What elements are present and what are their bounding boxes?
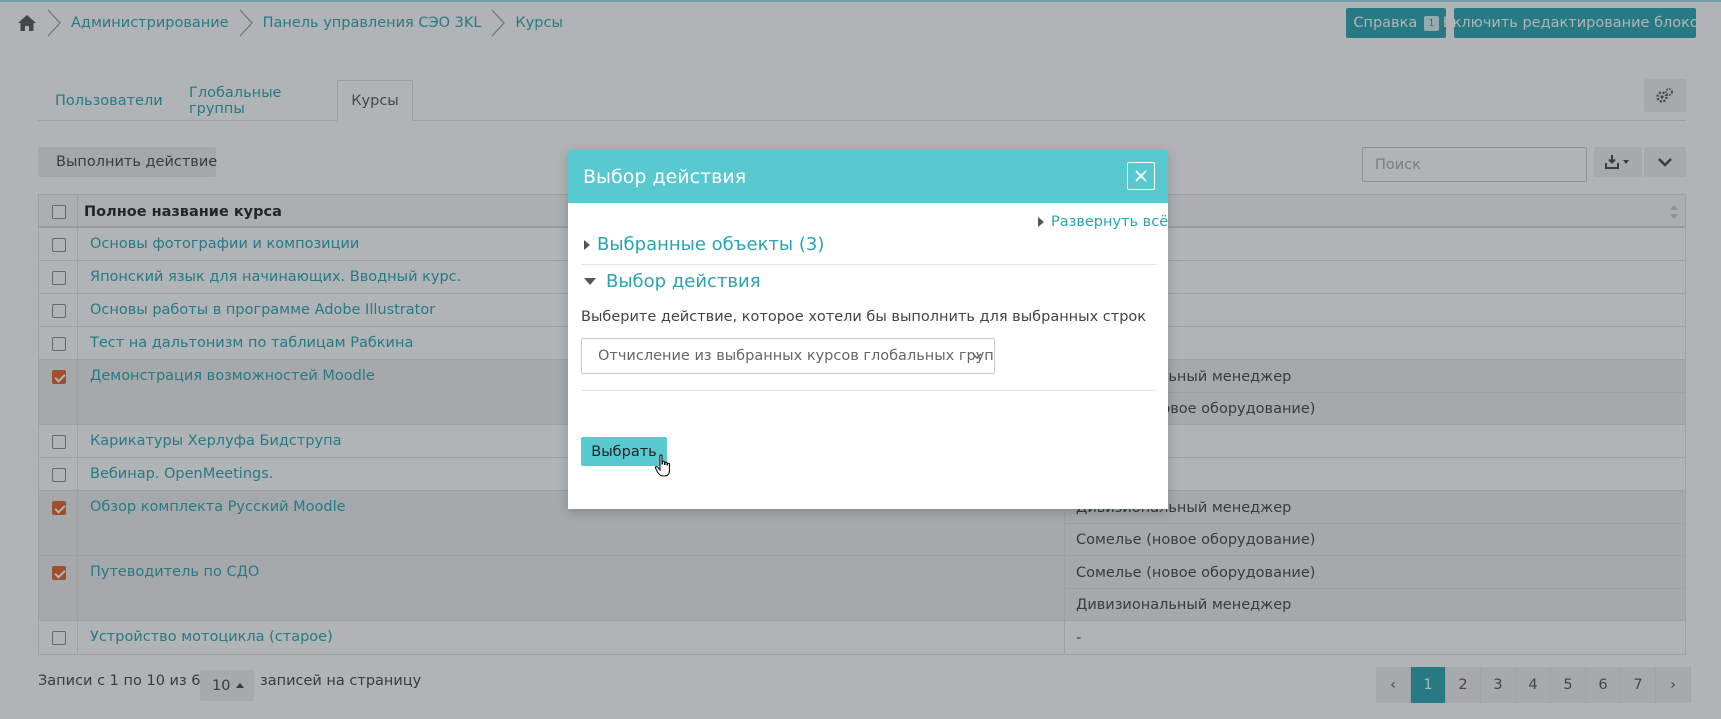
section-action-label: Выбор действия <box>606 271 761 292</box>
divider <box>581 264 1156 265</box>
close-icon <box>1135 170 1147 182</box>
caret-right-icon <box>1038 217 1044 227</box>
expand-all-link[interactable]: Развернуть всё <box>1038 214 1168 230</box>
action-select-value: Отчисление из выбранных курсов глобальны… <box>598 348 995 364</box>
close-button[interactable] <box>1127 162 1155 190</box>
expand-all-label: Развернуть всё <box>1051 214 1169 230</box>
dialog-header: Выбор действия <box>568 150 1168 203</box>
chevron-down-icon <box>972 353 982 359</box>
hand-pointer-icon <box>654 454 671 477</box>
section-selected-label: Выбранные объекты (3) <box>597 234 825 255</box>
dialog-title: Выбор действия <box>583 165 747 188</box>
caret-right-icon <box>584 239 590 250</box>
action-description: Выберите действие, которое хотели бы вып… <box>581 309 1147 325</box>
caret-down-icon <box>584 278 596 285</box>
section-choose-action[interactable]: Выбор действия <box>584 271 761 292</box>
divider <box>581 390 1156 391</box>
action-select[interactable]: Отчисление из выбранных курсов глобальны… <box>581 338 995 374</box>
section-selected-objects[interactable]: Выбранные объекты (3) <box>584 234 824 255</box>
